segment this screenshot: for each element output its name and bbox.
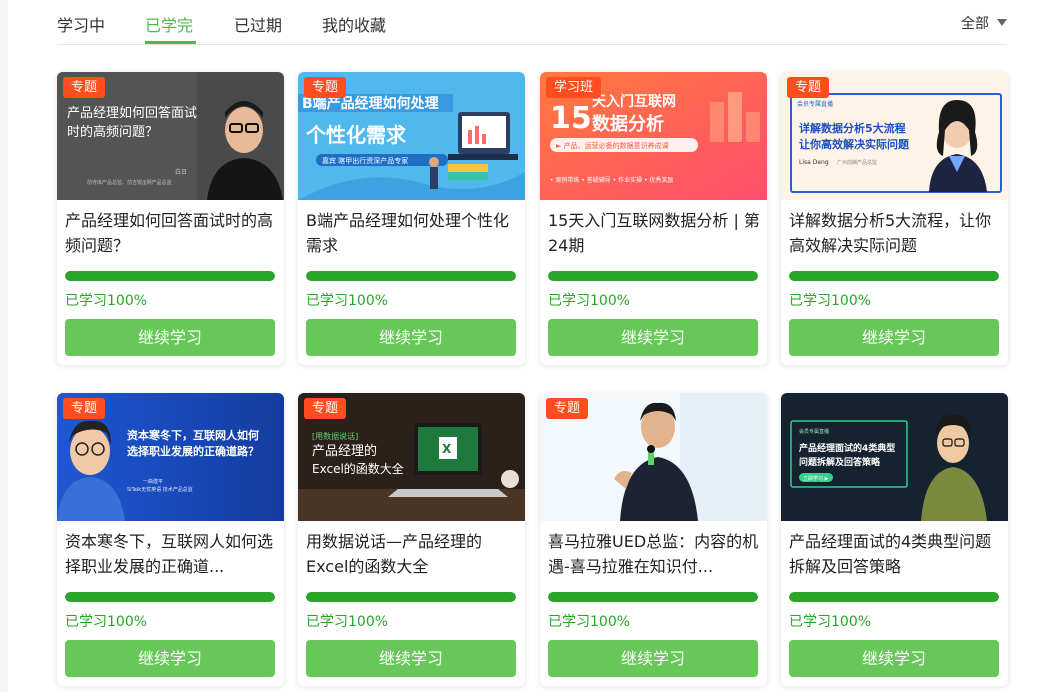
cover-name: 一曲建平 [143,478,163,485]
progress-label: 已学习100% [306,293,389,309]
course-cover[interactable]: 资本寒冬下，互联网人如何 选择职业发展的正确道路？ 一曲建平 SiTalk无忧英… [57,393,284,521]
progress-bar [548,271,758,281]
progress-label: 已学习100% [789,614,872,630]
cover-line1: 详解数据分析5大流程 [799,121,906,135]
cover-line1: 产品经理如何回答面试 [67,105,197,121]
course-cover[interactable]: [用数据说话] 产品经理的 Excel的函数大全 X 专题 [298,393,525,521]
course-cover[interactable]: 会员专属直播 产品经理面试的4类典型 问题拆解及回答策略 立即学习 ▶ [781,393,1008,521]
cover-line1: 产品经理的 [312,443,377,459]
course-title[interactable]: 15天入门互联网数据分析 | 第24期 [548,208,760,258]
course-cover[interactable]: 产品经理如何回答面试 时的高频问题？ 白日 前寺库产品总监、前吉银/JJ网产品总… [57,72,284,200]
tab-learning[interactable]: 学习中 [57,12,105,36]
course-title[interactable]: 资本寒冬下，互联网人如何选择职业发展的正确道... [65,529,277,579]
filter-dropdown[interactable]: 全部 [961,13,1007,33]
cover-line2: 问题拆解及回答策略 [799,456,881,468]
continue-learning-button[interactable]: 继续学习 [65,319,275,356]
cover-line2: Excel的函数大全 [312,461,404,476]
course-card[interactable]: [用数据说话] 产品经理的 Excel的函数大全 X 专题 用数据说话—产品经理… [298,393,525,686]
cover-line2: 时的高频问题？ [67,124,158,140]
cover-tag: [用数据说话] [312,431,358,441]
cover-tag: 嘉宾 喀甲出行资深产品专家 [322,156,408,165]
tab-completed[interactable]: 已学完 [145,12,193,36]
course-card[interactable]: 会员专属直播 详解数据分析5大流程 让你高效解决实际问题 Lisa Deng 广… [781,72,1008,365]
cover-cta: 立即学习 ▶ [803,475,829,482]
course-type-badge: 专题 [304,398,347,419]
course-cover[interactable]: 专题 [540,393,767,521]
progress-label: 已学习100% [65,293,148,309]
progress-label: 已学习100% [548,614,631,630]
progress-bar [65,271,275,281]
cover-tags: • 案例带练 • 答疑辅导 • 作业实操 • 优秀奖励 [550,176,674,184]
continue-learning-button[interactable]: 继续学习 [306,319,516,356]
course-card[interactable]: 资本寒冬下，互联网人如何 选择职业发展的正确道路？ 一曲建平 SiTalk无忧英… [57,393,284,686]
cover-desc: SiTalk无忧英语 技术产品总监 [127,486,193,493]
progress-bar [306,271,516,281]
cover-sub: ► 产品、运营必备的数据意识养成课 [556,141,669,150]
cover-line2: 数据分析 [592,113,664,135]
course-card[interactable]: 会员专属直播 产品经理面试的4类典型 问题拆解及回答策略 立即学习 ▶ 产品经理… [781,393,1008,686]
cover-line2: 让你高效解决实际问题 [799,137,910,151]
chevron-down-icon [997,19,1007,26]
progress-bar [65,592,275,602]
course-card[interactable]: 专题 喜马拉雅UED总监：内容的机遇-喜马拉雅在知识付... 已学习100% 继… [540,393,767,686]
cover-desc: 前寺库产品总监、前吉银/JJ网产品总监 [87,179,172,186]
progress-bar [789,271,999,281]
cover-name: Lisa Deng [799,159,829,166]
course-cover[interactable]: B端产品经理如何处理 个性化需求 嘉宾 喀甲出行资深产品专家 专题 [298,72,525,200]
continue-learning-button[interactable]: 继续学习 [548,319,758,356]
course-title[interactable]: 用数据说话—产品经理的Excel的函数大全 [306,529,518,579]
course-title[interactable]: B端产品经理如何处理个性化需求 [306,208,518,258]
continue-learning-button[interactable]: 继续学习 [306,640,516,677]
cover-line1: 天入门互联网 [592,93,676,110]
cover-line2: 个性化需求 [305,123,407,147]
progress-label: 已学习100% [548,293,631,309]
course-card[interactable]: 产品经理如何回答面试 时的高频问题？ 白日 前寺库产品总监、前吉银/JJ网产品总… [57,72,284,365]
course-type-badge: 专题 [546,398,589,419]
tab-expired[interactable]: 已过期 [234,12,282,36]
course-title[interactable]: 产品经理如何回答面试时的高频问题？ [65,208,277,258]
course-title[interactable]: 产品经理面试的4类典型问题拆解及回答策略 [789,529,1001,579]
course-type-badge: 专题 [63,398,106,419]
continue-learning-button[interactable]: 继续学习 [789,319,999,356]
progress-label: 已学习100% [65,614,148,630]
cover-top: 会员专属直播 [799,428,829,435]
course-cover[interactable]: 15 天入门互联网 数据分析 ► 产品、运营必备的数据意识养成课 • 案例带练 … [540,72,767,200]
progress-bar [789,592,999,602]
course-card[interactable]: 15 天入门互联网 数据分析 ► 产品、运营必备的数据意识养成课 • 案例带练 … [540,72,767,365]
cover-line2: 选择职业发展的正确道路？ [127,444,259,458]
progress-bar [306,592,516,602]
course-card[interactable]: B端产品经理如何处理 个性化需求 嘉宾 喀甲出行资深产品专家 专题 B端产品经理… [298,72,525,365]
svg-text:X: X [442,442,452,456]
progress-label: 已学习100% [306,614,389,630]
cover-desc: 广州前鳞产品总监 [837,159,877,166]
continue-learning-button[interactable]: 继续学习 [548,640,758,677]
cover-line1: 产品经理面试的4类典型 [799,442,895,454]
course-type-badge: 专题 [304,77,347,98]
course-type-badge: 专题 [63,77,106,98]
cover-top: 会员专属直播 [797,100,833,108]
course-type-badge: 专题 [787,77,830,98]
continue-learning-button[interactable]: 继续学习 [789,640,999,677]
cover-line1: 资本寒冬下，互联网人如何 [127,428,259,442]
progress-label: 已学习100% [789,293,872,309]
course-title[interactable]: 喜马拉雅UED总监：内容的机遇-喜马拉雅在知识付... [548,529,760,579]
cover-name: 白日 [175,168,187,176]
course-title[interactable]: 详解数据分析5大流程，让你高效解决实际问题 [789,208,1001,258]
filter-label: 全部 [961,16,989,32]
continue-learning-button[interactable]: 继续学习 [65,640,275,677]
tab-bar: 学习中 已学完 已过期 我的收藏 全部 [57,0,1007,45]
course-cover[interactable]: 会员专属直播 详解数据分析5大流程 让你高效解决实际问题 Lisa Deng 广… [781,72,1008,200]
active-tab-indicator [145,41,196,44]
course-type-badge: 学习班 [546,77,602,98]
tab-favorites[interactable]: 我的收藏 [322,12,386,36]
progress-bar [548,592,758,602]
cover-big: 15 [550,101,592,136]
